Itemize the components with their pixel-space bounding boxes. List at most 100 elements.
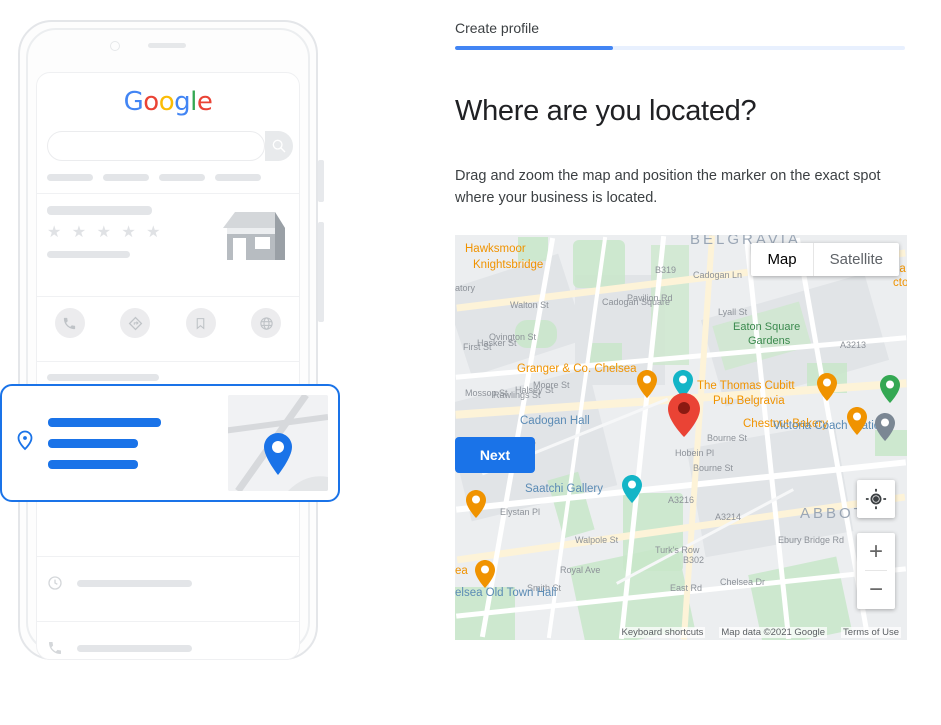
storefront-icon: [223, 212, 285, 260]
mock-action-row: [37, 297, 299, 349]
mock-chip: [47, 174, 93, 181]
map-label: Turk's Row: [655, 545, 700, 555]
map-label: Royal Ave: [560, 565, 601, 575]
my-location-button[interactable]: [857, 480, 895, 518]
mock-phone-row: [37, 622, 299, 659]
map-poi-pin-restaurant[interactable]: [475, 560, 495, 588]
google-logo-l: l: [190, 87, 197, 117]
map-zoom-controls[interactable]: + −: [857, 533, 895, 609]
keyboard-shortcuts-link[interactable]: Keyboard shortcuts: [619, 627, 706, 638]
phone-power-button: [318, 222, 324, 322]
globe-icon: [251, 308, 282, 338]
map-poi-pin-restaurant[interactable]: [466, 490, 486, 518]
progress-bar: [455, 46, 905, 50]
terms-of-use-link[interactable]: Terms of Use: [841, 627, 901, 638]
map-label: Walton St: [510, 300, 549, 310]
highlighted-card-lines: [48, 417, 228, 469]
bookmark-icon: [185, 308, 216, 338]
highlighted-line: [48, 438, 138, 448]
mini-map-thumbnail: [228, 395, 328, 491]
highlighted-location-card[interactable]: [0, 384, 340, 502]
map-data-attribution: Map data ©2021 Google: [719, 627, 828, 638]
mock-business-card: ★ ★ ★ ★ ★: [37, 194, 299, 284]
map-label: Pavilion Rd: [627, 293, 673, 303]
map-label: Gardens: [748, 335, 791, 347]
mock-search-row: [47, 131, 293, 161]
map-label: elsea Old Town Hall: [455, 587, 557, 599]
mock-row-text: [77, 579, 192, 587]
map-label: Walpole St: [575, 535, 619, 545]
map-poi-pin-restaurant[interactable]: [637, 370, 657, 398]
google-logo: Google: [37, 73, 299, 117]
mock-hours-row: [37, 557, 299, 609]
map-label: Bourne St: [693, 463, 734, 473]
map-label: The Thomas Cubitt: [697, 380, 795, 392]
phone-icon: [47, 640, 67, 656]
mock-chip-row: [47, 174, 289, 181]
mock-search-input: [47, 131, 265, 161]
map-label: First St: [463, 342, 492, 352]
map-attribution: Keyboard shortcuts Map data ©2021 Google…: [455, 625, 907, 640]
phone-speaker: [148, 43, 186, 48]
map-label: Lyall St: [718, 307, 748, 317]
map-type-toggle[interactable]: Map Satellite: [751, 243, 899, 276]
map-poi-pin-bar[interactable]: [817, 373, 837, 401]
map-poi-pin-museum[interactable]: [622, 475, 642, 503]
map-label: Chelsea Dr: [720, 577, 766, 587]
map-label: Hobein Pl: [675, 448, 715, 458]
map-label: A3214: [715, 512, 742, 522]
google-logo-g1: G: [123, 87, 144, 117]
map-label: Elystan Pl: [500, 507, 541, 517]
mock-chip: [103, 174, 149, 181]
map-type-map-button[interactable]: Map: [751, 243, 814, 276]
map-poi-pin-restaurant[interactable]: [847, 407, 867, 435]
google-logo-o2: o: [158, 87, 175, 117]
progress-fill: [455, 46, 613, 50]
map-label: Bourne St: [707, 433, 748, 443]
mock-business-subtitle: [47, 251, 130, 258]
phone-volume-button: [318, 160, 324, 202]
create-profile-page: Google ★ ★ ★ ★ ★ Create profile Where ar…: [0, 0, 941, 725]
zoom-in-button[interactable]: +: [857, 533, 895, 570]
mock-row-text: [77, 644, 192, 652]
page-description: Drag and zoom the map and position the m…: [455, 168, 881, 207]
map-label: B319: [655, 265, 677, 275]
map-label: ea: [455, 565, 468, 577]
page-title: Where are you located?: [455, 95, 757, 127]
phone-illustration: Google ★ ★ ★ ★ ★: [0, 0, 440, 725]
map-label: Granger & Co. Chelsea: [517, 363, 637, 375]
map-label: Eaton Square: [733, 321, 801, 333]
google-logo-g2: g: [174, 87, 191, 117]
map-label: Knightsbridge: [473, 259, 544, 271]
zoom-out-button[interactable]: −: [857, 571, 895, 608]
location-pin-icon: [2, 430, 48, 456]
highlighted-line: [48, 459, 138, 469]
google-logo-e: e: [196, 87, 213, 117]
map-label: Cadogan Ln: [693, 270, 743, 280]
search-icon: [272, 139, 286, 153]
map-label: ABBOT: [800, 505, 866, 522]
map-poi-pin-transit[interactable]: [875, 413, 895, 441]
phone-icon: [54, 308, 85, 338]
map-label: Victoria Coach Station: [773, 420, 887, 432]
form-pane: Create profile Where are you located? Dr…: [455, 0, 941, 725]
mock-business-name: [47, 206, 152, 215]
map-label: cto: [893, 277, 907, 289]
business-location-marker[interactable]: [668, 393, 700, 437]
map-label: Pub Belgravia: [713, 395, 785, 407]
map-label: B302: [683, 555, 705, 565]
map-poi-pin-park[interactable]: [880, 375, 900, 403]
map-label: A3216: [668, 495, 695, 505]
mock-list-line: [47, 374, 159, 381]
google-logo-o1: o: [143, 87, 159, 117]
mock-chip: [159, 174, 205, 181]
next-button[interactable]: Next: [455, 437, 535, 473]
highlighted-line: [48, 417, 161, 427]
my-location-icon: [865, 488, 887, 510]
clock-icon: [47, 575, 67, 591]
map-type-satellite-button[interactable]: Satellite: [814, 243, 899, 276]
map-label: East Rd: [670, 583, 703, 593]
phone-camera-icon: [110, 41, 120, 51]
step-label: Create profile: [455, 20, 540, 36]
map-label: A3213: [840, 340, 867, 350]
